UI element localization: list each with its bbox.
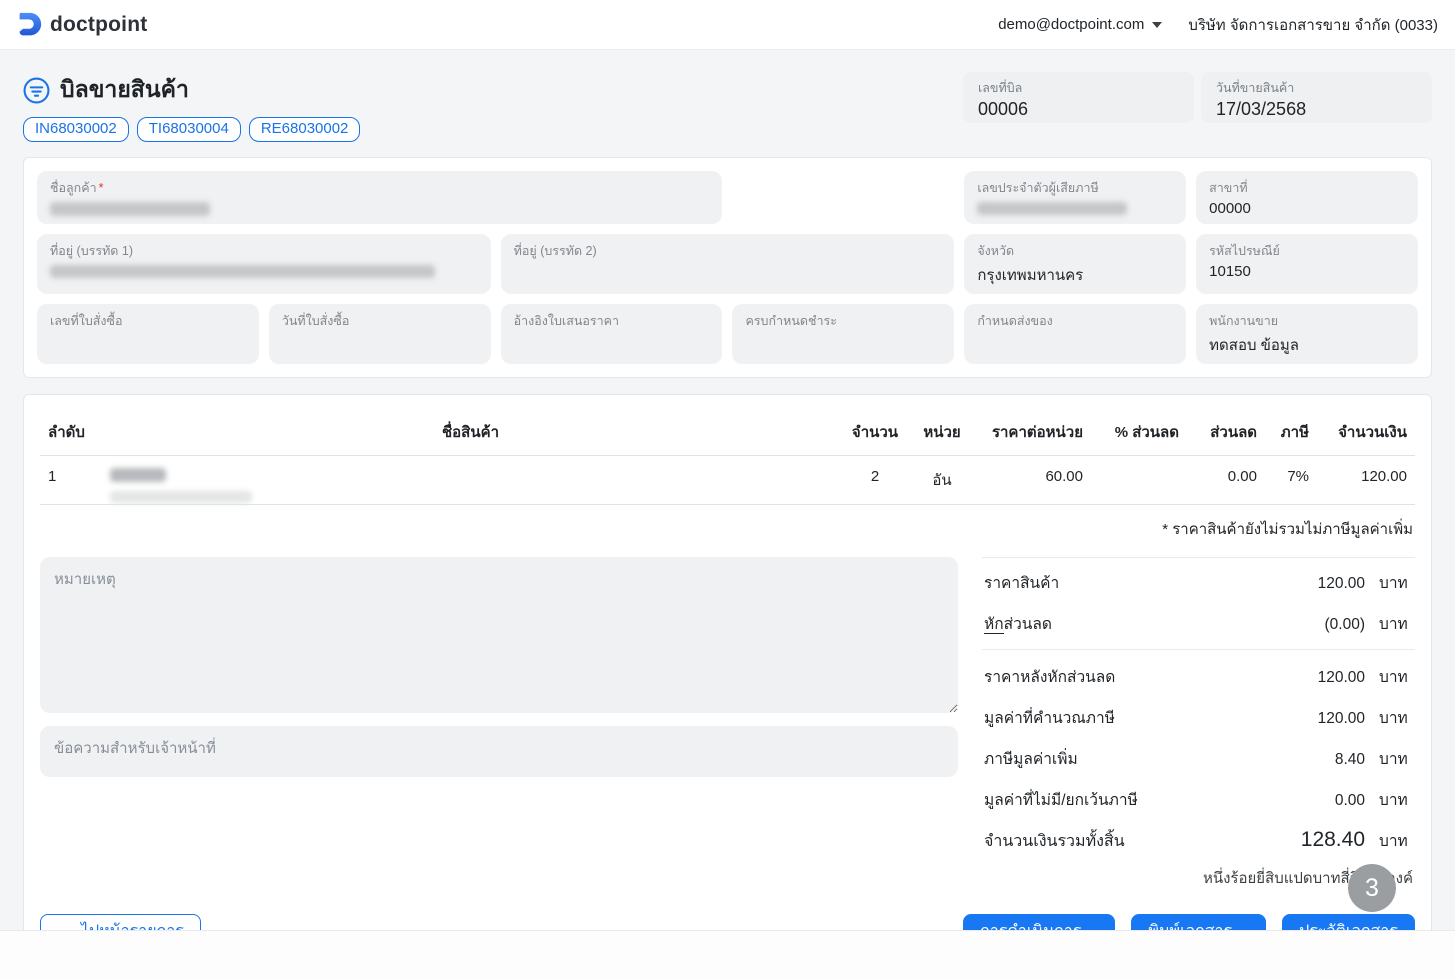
address-line2-label: ที่อยู่ (บรรทัด 2) (513, 244, 597, 258)
bill-number-label: เลขที่บิล (978, 81, 1023, 95)
summary-row-vat: ภาษีมูลค่าเพิ่ม 8.40 บาท (984, 751, 1408, 768)
item-product-name (102, 455, 839, 505)
summary-row-subtotal: ราคาสินค้า 120.00 บาท (984, 575, 1408, 592)
page-title: บิลขายสินค้า (60, 76, 189, 102)
tax-id-label: เลขประจำตัวผู้เสียภาษี (977, 181, 1099, 195)
brand-name: doctpoint (50, 12, 148, 36)
required-mark: * (98, 181, 104, 195)
redacted-customer-name (50, 202, 210, 216)
redacted-tax-id (977, 202, 1128, 215)
province-field: จังหวัด กรุงเทพมหานคร (964, 234, 1187, 294)
items-card: ลำดับ ชื่อสินค้า จำนวน หน่วย ราคาต่อหน่ว… (23, 394, 1432, 971)
top-bar: doctpoint demo@doctpoint.com บริษัท จัดก… (0, 0, 1455, 50)
tax-id-field: เลขประจำตัวผู้เสียภาษี (964, 171, 1187, 224)
salesperson-field: พนักงานขาย ทดสอบ ข้อมูล (1196, 304, 1418, 364)
po-date-label: วันที่ใบสั่งซื้อ (281, 314, 350, 328)
item-discount-percent (1091, 455, 1187, 505)
account-email: demo@doctpoint.com (998, 16, 1145, 33)
redacted-product-detail (110, 491, 252, 503)
col-vat: ภาษี (1265, 411, 1317, 456)
po-date-field: วันที่ใบสั่งซื้อ (268, 304, 491, 364)
sale-date-label: วันที่ขายสินค้า (1216, 81, 1295, 95)
badge-invoice-number[interactable]: IN68030002 (23, 117, 129, 142)
branch-value: 00000 (1209, 200, 1251, 217)
postal-code-label: รหัสไปรษณีย์ (1209, 244, 1280, 258)
province-label: จังหวัด (977, 244, 1015, 258)
due-date-label: ครบกำหนดชำระ (745, 314, 837, 328)
item-unit: อัน (911, 455, 973, 505)
item-amount: 120.00 (1317, 455, 1415, 505)
sale-date-box: วันที่ขายสินค้า 17/03/2568 (1201, 72, 1432, 123)
col-amount: จำนวนเงิน (1317, 411, 1415, 456)
item-row: 1 2 อัน 60.00 0.00 7% 120.00 (40, 455, 1415, 505)
address-line1-label: ที่อยู่ (บรรทัด 1) (50, 244, 134, 258)
postal-code-field: รหัสไปรษณีย์ 10150 (1196, 234, 1418, 294)
chevron-down-icon (1152, 21, 1163, 28)
delivery-date-label: กำหนดส่งของ (977, 314, 1053, 328)
po-number-field: เลขที่ใบสั่งซื้อ (37, 304, 259, 364)
summary-row-grand-total: จำนวนเงินรวมทั้งสิ้น 128.40 บาท (984, 828, 1408, 851)
summary-row-exempt: มูลค่าที่ไม่มี/ยกเว้นภาษี 0.00 บาท (984, 792, 1408, 809)
salesperson-label: พนักงานขาย (1209, 314, 1279, 328)
redacted-product-name (110, 468, 166, 482)
totals-summary: ราคาสินค้า 120.00 บาท หักส่วนลด (0.00) บ… (982, 557, 1415, 892)
province-value: กรุงเทพมหานคร (977, 267, 1084, 284)
main-content: บิลขายสินค้า IN68030002 TI68030004 RE680… (0, 50, 1455, 971)
document-filter-icon (23, 77, 50, 104)
brand-logo[interactable]: doctpoint (14, 9, 147, 41)
customer-name-field: ชื่อลูกค้า * (37, 171, 723, 224)
account-menu[interactable]: demo@doctpoint.com (998, 16, 1163, 33)
footer-strip (0, 930, 1455, 979)
document-number-badges: IN68030002 TI68030004 RE68030002 (23, 117, 361, 142)
col-discount: ส่วนลด (1187, 411, 1265, 456)
salesperson-value: ทดสอบ ข้อมูล (1209, 337, 1299, 354)
staff-note-textarea[interactable] (40, 726, 958, 777)
item-quantity: 2 (839, 455, 911, 505)
bill-number-value: 00006 (978, 99, 1029, 119)
delivery-date-field: กำหนดส่งของ (964, 304, 1187, 364)
price-footnote: * ราคาสินค้ายังไม่รวมไม่ภาษีมูลค่าเพิ่ม (1162, 521, 1413, 538)
summary-row-after-discount: ราคาหลังหักส่วนลด 120.00 บาท (984, 669, 1408, 686)
address-line2-field: ที่อยู่ (บรรทัด 2) (500, 234, 955, 294)
summary-row-taxable-value: มูลค่าที่คำนวณภาษี 120.00 บาท (984, 710, 1408, 727)
col-unit-price: ราคาต่อหน่วย (973, 411, 1091, 456)
item-unit-price: 60.00 (973, 455, 1091, 505)
grid-spacer (732, 171, 954, 224)
due-date-field: ครบกำหนดชำระ (732, 304, 955, 364)
po-number-label: เลขที่ใบสั่งซื้อ (50, 314, 123, 328)
address-line1-field: ที่อยู่ (บรรทัด 1) (37, 234, 491, 294)
badge-taxinvoice-number[interactable]: TI68030004 (136, 117, 241, 142)
sale-date-value: 17/03/2568 (1216, 99, 1307, 119)
discount-prefix: หัก (984, 616, 1004, 634)
floating-notification-badge[interactable]: 3 (1348, 864, 1396, 912)
badge-receipt-number[interactable]: RE68030002 (248, 117, 361, 142)
branch-label: สาขาที่ (1209, 181, 1248, 195)
customer-info-card: ชื่อลูกค้า * เลขประจำตัวผู้เสียภาษี สาขาท… (23, 157, 1432, 378)
items-header-row: ลำดับ ชื่อสินค้า จำนวน หน่วย ราคาต่อหน่ว… (40, 411, 1415, 456)
doctpoint-logo-icon (14, 9, 44, 41)
quotation-ref-field: อ้างอิงใบเสนอราคา (500, 304, 723, 364)
bill-number-box: เลขที่บิล 00006 (963, 72, 1194, 123)
item-index: 1 (40, 455, 102, 505)
customer-name-label: ชื่อลูกค้า (50, 181, 97, 195)
col-product-name: ชื่อสินค้า (102, 411, 839, 456)
col-quantity: จำนวน (839, 411, 911, 456)
quotation-ref-label: อ้างอิงใบเสนอราคา (513, 314, 620, 328)
item-vat: 7% (1265, 455, 1317, 505)
item-discount: 0.00 (1187, 455, 1265, 505)
postal-code-value: 10150 (1209, 263, 1251, 280)
redacted-address (50, 265, 435, 278)
remark-textarea[interactable] (40, 557, 958, 713)
col-discount-percent: % ส่วนลด (1091, 411, 1187, 456)
col-unit: หน่วย (911, 411, 973, 456)
items-table: ลำดับ ชื่อสินค้า จำนวน หน่วย ราคาต่อหน่ว… (40, 411, 1415, 505)
col-index: ลำดับ (40, 411, 102, 456)
branch-field: สาขาที่ 00000 (1196, 171, 1418, 224)
company-name: บริษัท จัดการเอกสารขาย จำกัด (0033) (1188, 16, 1438, 34)
summary-row-discount: หักส่วนลด (0.00) บาท (982, 603, 1415, 650)
